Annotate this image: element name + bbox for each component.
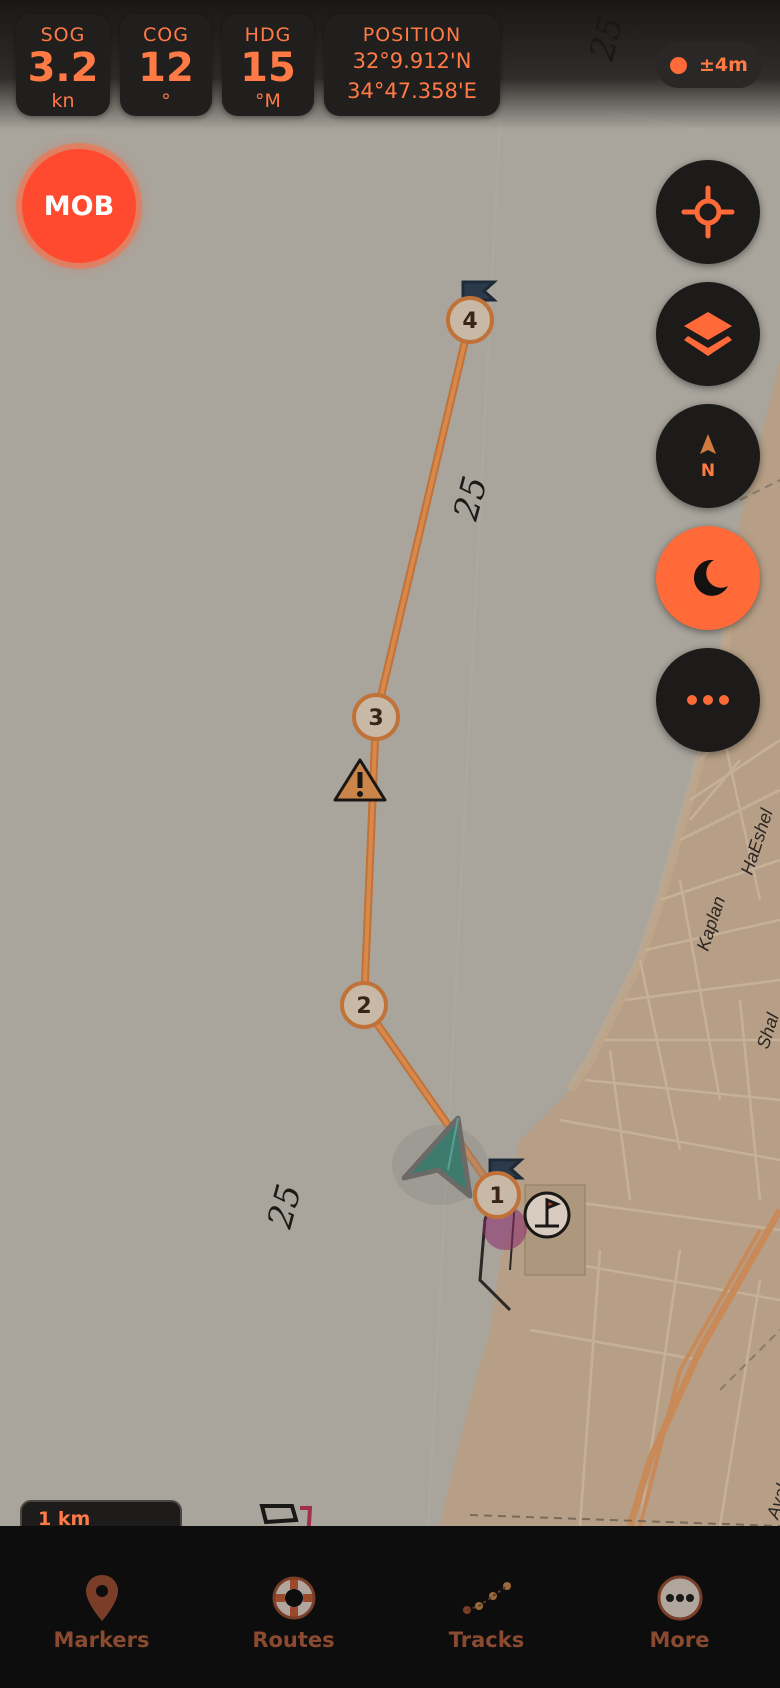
- lifebuoy-icon: [272, 1576, 315, 1620]
- north-label: N: [701, 461, 715, 481]
- nav-markers[interactable]: Markers: [4, 1526, 199, 1688]
- waypoint-number: 2: [356, 994, 371, 1019]
- nav-markers-label: Markers: [53, 1628, 150, 1652]
- hdg-value: 15: [240, 45, 296, 91]
- longitude-value: 34°47.358'E: [347, 79, 477, 103]
- north-up-button[interactable]: N: [656, 404, 760, 508]
- crosshair-icon: [681, 185, 735, 239]
- nav-more[interactable]: More: [582, 1526, 777, 1688]
- waypoint-3[interactable]: 3: [352, 693, 400, 741]
- more-options-button[interactable]: [656, 648, 760, 752]
- center-location-button[interactable]: [656, 160, 760, 264]
- nav-tracks[interactable]: Tracks: [389, 1526, 584, 1688]
- nav-tracks-label: Tracks: [448, 1628, 525, 1652]
- waypoint-number: 1: [489, 1184, 504, 1209]
- sog-unit: kn: [51, 90, 75, 112]
- map-pin-icon: [85, 1575, 118, 1621]
- harbor-flag-icon: [523, 1191, 571, 1239]
- sog-tile[interactable]: SOG 3.2 kn: [16, 14, 110, 116]
- hdg-tile[interactable]: HDG 15 °M: [222, 14, 314, 116]
- more-dots-icon: [687, 695, 729, 705]
- mob-button[interactable]: MOB: [22, 149, 136, 263]
- waypoint-4[interactable]: 4: [446, 296, 494, 344]
- more-circle-icon: [657, 1575, 702, 1621]
- cog-label: COG: [143, 24, 189, 46]
- nav-routes-label: Routes: [252, 1628, 335, 1652]
- waypoint-number: 4: [462, 309, 477, 334]
- cog-unit: °: [161, 90, 171, 112]
- moon-icon: [693, 559, 728, 596]
- gps-accuracy-value: ±4m: [699, 54, 748, 76]
- track-dots-icon: [462, 1582, 511, 1614]
- nautical-chart-map[interactable]: 25 25 25 HaEshel Kaplan Shal Ayalon 1234: [0, 0, 780, 1688]
- north-up-icon: N: [700, 434, 716, 481]
- night-mode-button[interactable]: [656, 526, 760, 630]
- gps-accuracy-badge: ±4m: [656, 42, 762, 88]
- hdg-unit: °M: [255, 90, 281, 112]
- waypoint-2[interactable]: 2: [340, 981, 388, 1029]
- latitude-value: 32°9.912'N: [352, 49, 472, 73]
- layers-icon: [684, 312, 732, 356]
- cog-value: 12: [138, 45, 194, 91]
- bottom-navigation: Markers Routes Tracks More: [0, 1526, 780, 1688]
- position-tile[interactable]: POSITION 32°9.912'N 34°47.358'E: [324, 14, 500, 116]
- gps-status-dot-icon: [670, 56, 688, 74]
- position-label: POSITION: [362, 24, 462, 46]
- waypoint-number: 3: [368, 706, 383, 731]
- cog-tile[interactable]: COG 12 °: [120, 14, 212, 116]
- sog-label: SOG: [40, 24, 86, 46]
- hdg-label: HDG: [244, 24, 292, 46]
- layers-button[interactable]: [656, 282, 760, 386]
- mob-label: MOB: [43, 190, 115, 222]
- nav-more-label: More: [649, 1628, 710, 1652]
- waypoint-1[interactable]: 1: [473, 1171, 521, 1219]
- nav-routes[interactable]: Routes: [196, 1526, 391, 1688]
- sog-value: 3.2: [27, 45, 99, 91]
